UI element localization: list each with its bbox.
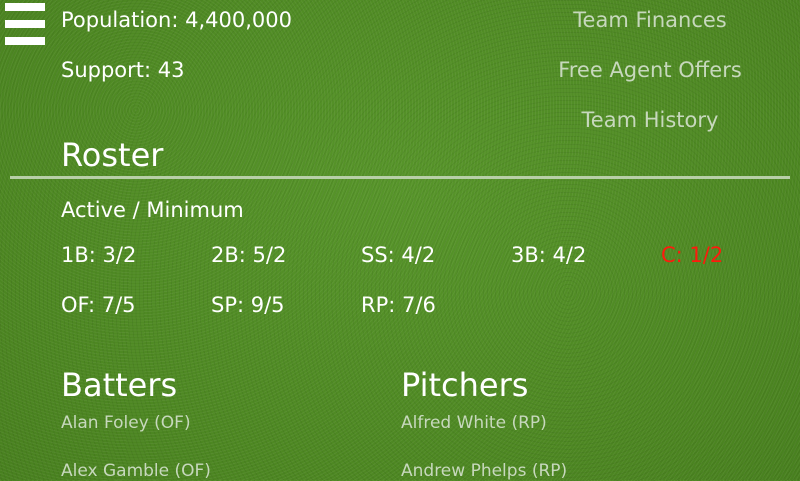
position-count-sp: SP: 9/5 [211,293,285,317]
menu-bar-top [5,3,45,11]
support-stat: Support: 43 [61,58,185,82]
team-history-link[interactable]: Team History [520,108,780,132]
free-agent-offers-link[interactable]: Free Agent Offers [520,58,780,82]
batter-list-item[interactable]: Alex Gamble (OF) [61,461,211,481]
batters-title: Batters [61,366,178,404]
position-count-c: C: 1/2 [661,243,724,267]
roster-title: Roster [61,136,164,174]
hamburger-menu-icon[interactable] [5,3,45,45]
menu-bar-middle [5,20,45,28]
position-count-rp: RP: 7/6 [361,293,436,317]
team-finances-link[interactable]: Team Finances [520,8,780,32]
roster-divider [10,176,790,179]
roster-subtitle: Active / Minimum [61,198,244,222]
position-count-1b: 1B: 3/2 [61,243,137,267]
menu-bar-bottom [5,37,45,45]
pitchers-title: Pitchers [401,366,529,404]
population-stat: Population: 4,400,000 [61,8,292,32]
position-count-2b: 2B: 5/2 [211,243,287,267]
pitcher-list-item[interactable]: Alfred White (RP) [401,413,547,433]
pitcher-list-item[interactable]: Andrew Phelps (RP) [401,461,567,481]
position-count-3b: 3B: 4/2 [511,243,587,267]
batter-list-item[interactable]: Alan Foley (OF) [61,413,191,433]
position-count-of: OF: 7/5 [61,293,136,317]
position-count-ss: SS: 4/2 [361,243,436,267]
